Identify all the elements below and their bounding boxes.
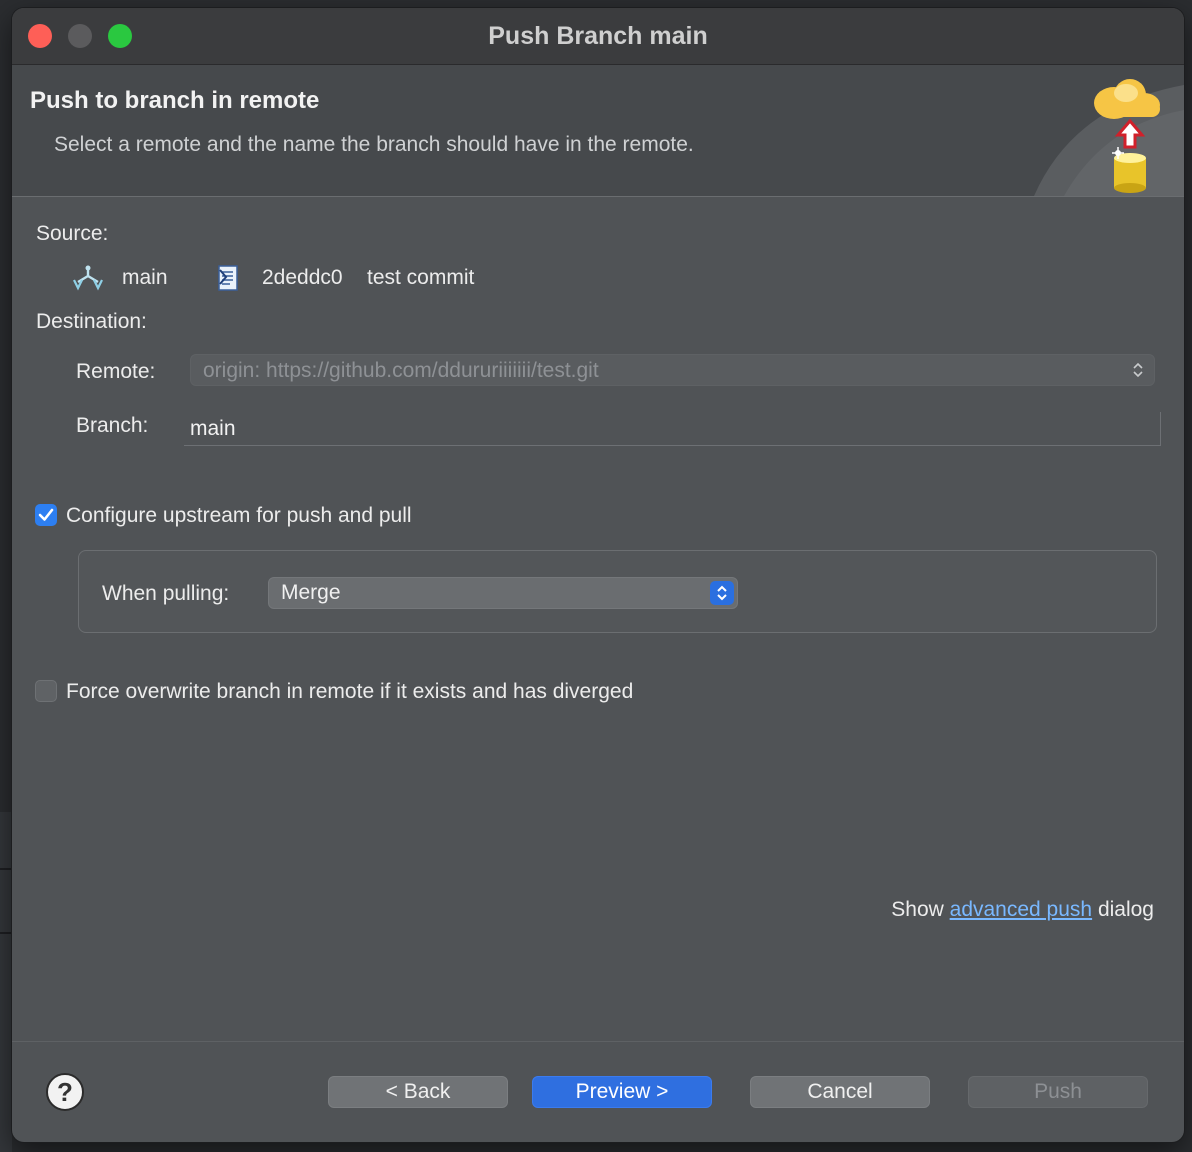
back-button[interactable]: < Back	[328, 1076, 508, 1108]
when-pulling-label: When pulling:	[102, 582, 230, 605]
configure-upstream-label[interactable]: Configure upstream for push and pull	[66, 504, 412, 528]
force-overwrite-checkbox[interactable]	[35, 680, 57, 702]
advanced-push-text: Show advanced push dialog	[891, 898, 1154, 922]
destination-label: Destination:	[36, 310, 147, 333]
cloud-push-icon	[1034, 79, 1184, 196]
when-pulling-value: Merge	[281, 581, 341, 604]
configure-upstream-checkbox[interactable]	[35, 504, 57, 526]
source-commit-id: 2deddc0	[262, 266, 343, 289]
background-divider	[0, 868, 12, 870]
footer-divider	[12, 1041, 1184, 1042]
background-divider	[0, 932, 12, 934]
remote-combo-value: origin: https://github.com/ddururiiiiiii…	[203, 359, 599, 382]
branch-icon	[73, 265, 103, 291]
remote-combo[interactable]: origin: https://github.com/ddururiiiiiii…	[190, 354, 1155, 386]
updown-chevron-icon	[717, 585, 727, 601]
checkmark-icon	[38, 508, 54, 521]
remote-label: Remote:	[76, 360, 156, 383]
advanced-suffix: dialog	[1097, 898, 1154, 921]
banner-title: Push to branch in remote	[30, 87, 320, 114]
background-app-panel	[0, 812, 12, 1152]
updown-chevron-icon	[1133, 362, 1143, 378]
window-title: Push Branch main	[488, 22, 708, 50]
wizard-banner: Push to branch in remote Select a remote…	[12, 65, 1184, 197]
select-stepper-button	[710, 581, 734, 605]
when-pulling-select[interactable]: Merge	[268, 577, 738, 609]
commit-icon	[218, 265, 238, 291]
push-branch-dialog: Push Branch main Push to branch in remot…	[12, 8, 1184, 1142]
source-branch-name: main	[122, 266, 168, 289]
source-commit-message: test commit	[367, 266, 475, 289]
branch-name-input[interactable]	[184, 412, 1161, 446]
branch-label: Branch:	[76, 414, 149, 437]
source-label: Source:	[36, 222, 109, 245]
preview-button[interactable]: Preview >	[532, 1076, 712, 1108]
force-overwrite-label[interactable]: Force overwrite branch in remote if it e…	[66, 680, 633, 704]
title-bar: Push Branch main	[12, 8, 1184, 65]
push-button[interactable]: Push	[968, 1076, 1148, 1108]
help-icon[interactable]: ?	[46, 1073, 84, 1111]
banner-description: Select a remote and the name the branch …	[54, 133, 694, 156]
advanced-prefix: Show	[891, 898, 944, 921]
cancel-button[interactable]: Cancel	[750, 1076, 930, 1108]
advanced-push-link[interactable]: advanced push	[950, 898, 1092, 921]
